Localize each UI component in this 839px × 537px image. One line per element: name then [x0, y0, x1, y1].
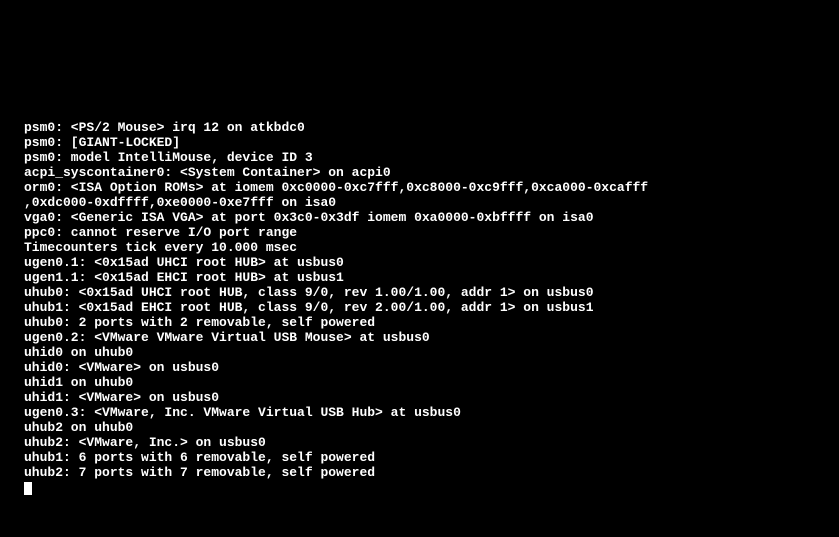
- boot-log-line: uhub2 on uhub0: [24, 420, 815, 435]
- boot-log-line: ugen0.3: <VMware, Inc. VMware Virtual US…: [24, 405, 815, 420]
- boot-log-line: uhid0 on uhub0: [24, 345, 815, 360]
- boot-log-line: ugen0.2: <VMware VMware Virtual USB Mous…: [24, 330, 815, 345]
- boot-log-line: uhub0: 2 ports with 2 removable, self po…: [24, 315, 815, 330]
- boot-log-line: ugen1.1: <0x15ad EHCI root HUB> at usbus…: [24, 270, 815, 285]
- boot-log-line: psm0: [GIANT-LOCKED]: [24, 135, 815, 150]
- boot-log-line: vga0: <Generic ISA VGA> at port 0x3c0-0x…: [24, 210, 815, 225]
- cursor-icon: [24, 482, 32, 495]
- cursor-line: [24, 480, 815, 495]
- boot-log-line: ppc0: cannot reserve I/O port range: [24, 225, 815, 240]
- boot-log-line: uhub1: 6 ports with 6 removable, self po…: [24, 450, 815, 465]
- boot-log-line: uhid1: <VMware> on usbus0: [24, 390, 815, 405]
- boot-log-line: uhub1: <0x15ad EHCI root HUB, class 9/0,…: [24, 300, 815, 315]
- boot-console: psm0: <PS/2 Mouse> irq 12 on atkbdc0psm0…: [24, 120, 815, 495]
- boot-log-line: psm0: <PS/2 Mouse> irq 12 on atkbdc0: [24, 120, 815, 135]
- boot-log-line: uhid1 on uhub0: [24, 375, 815, 390]
- boot-log-line: uhub2: <VMware, Inc.> on usbus0: [24, 435, 815, 450]
- boot-log-line: uhub0: <0x15ad UHCI root HUB, class 9/0,…: [24, 285, 815, 300]
- boot-log-line: orm0: <ISA Option ROMs> at iomem 0xc0000…: [24, 180, 815, 195]
- boot-log-line: uhid0: <VMware> on usbus0: [24, 360, 815, 375]
- boot-log-line: acpi_syscontainer0: <System Container> o…: [24, 165, 815, 180]
- boot-log-line: ugen0.1: <0x15ad UHCI root HUB> at usbus…: [24, 255, 815, 270]
- boot-log-line: uhub2: 7 ports with 7 removable, self po…: [24, 465, 815, 480]
- boot-log-line: Timecounters tick every 10.000 msec: [24, 240, 815, 255]
- boot-log-line: ,0xdc000-0xdffff,0xe0000-0xe7fff on isa0: [24, 195, 815, 210]
- boot-log-line: psm0: model IntelliMouse, device ID 3: [24, 150, 815, 165]
